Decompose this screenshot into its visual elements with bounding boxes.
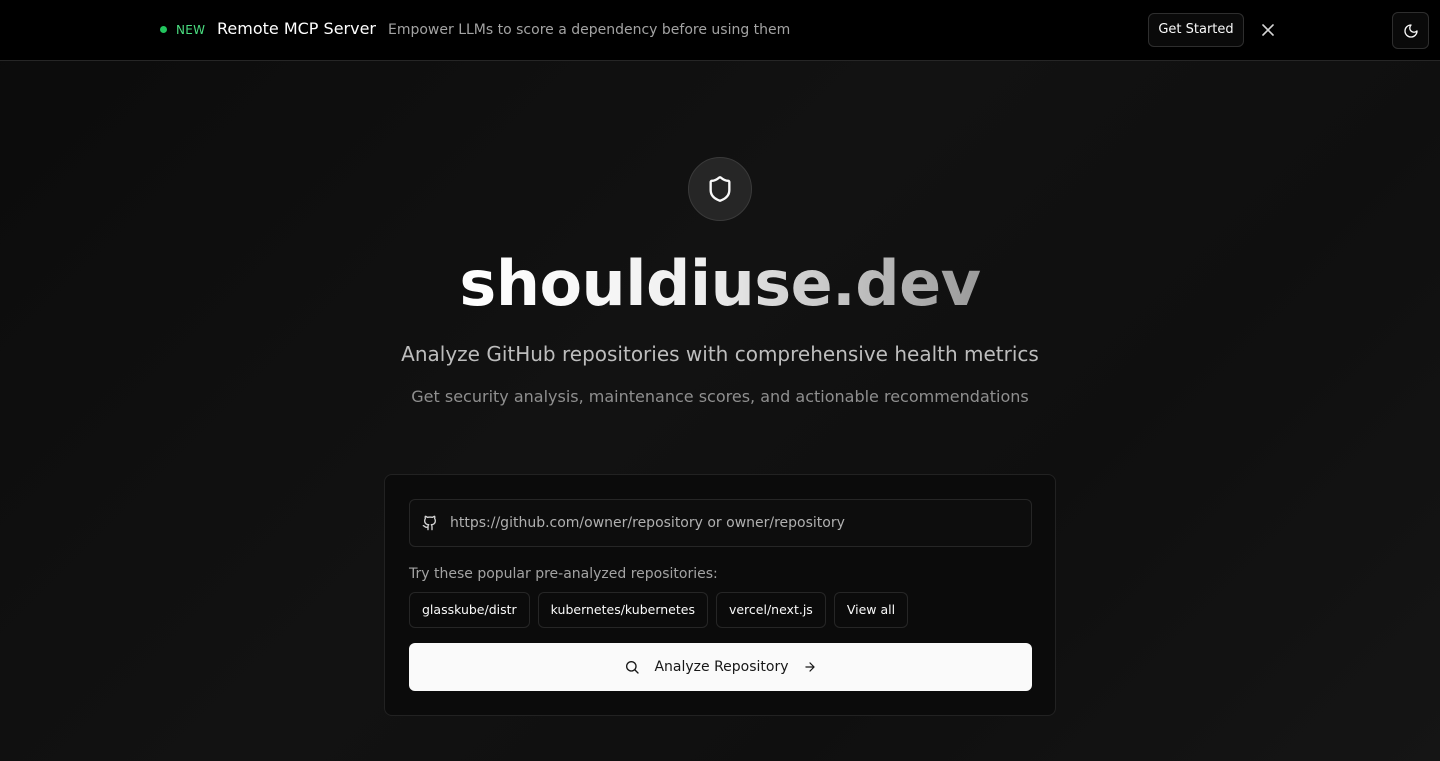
popular-repos-label: Try these popular pre-analyzed repositor… [409,566,718,582]
announcement-banner: NEW Remote MCP Server Empower LLMs to sc… [0,0,1440,61]
github-icon [422,515,437,531]
new-badge: NEW [176,23,206,37]
popular-repos-list: glasskube/distr kubernetes/kubernetes ve… [409,592,909,628]
popular-repo-chip[interactable]: kubernetes/kubernetes [537,592,708,628]
repo-input-container[interactable] [409,499,1032,547]
popular-repo-chip[interactable]: glasskube/distr [409,592,530,628]
analyze-card: Try these popular pre-analyzed repositor… [384,474,1056,716]
page-title: shouldiuse.dev [459,247,981,320]
view-all-button[interactable]: View all [833,592,909,628]
hero-subtitle: Analyze GitHub repositories with compreh… [401,342,1039,366]
close-icon [1262,24,1274,36]
arrow-right-icon [803,660,817,674]
theme-toggle-button[interactable] [1392,12,1429,49]
hero-title-wrap: shouldiuse.dev [0,248,1440,320]
moon-icon [1403,23,1418,38]
close-banner-button[interactable] [1258,20,1278,40]
analyze-repository-button[interactable]: Analyze Repository [409,643,1032,691]
status-dot [160,26,167,33]
hero-tagline: Get security analysis, maintenance score… [411,387,1029,406]
analyze-button-label: Analyze Repository [654,659,789,675]
get-started-button[interactable]: Get Started [1148,13,1244,47]
banner-description: Empower LLMs to score a dependency befor… [388,22,791,38]
popular-repo-chip[interactable]: vercel/next.js [715,592,826,628]
repo-url-input[interactable] [450,500,1020,546]
logo-badge [688,157,752,221]
banner-title: Remote MCP Server [217,19,376,38]
search-icon [624,659,640,675]
shield-icon [709,176,731,202]
